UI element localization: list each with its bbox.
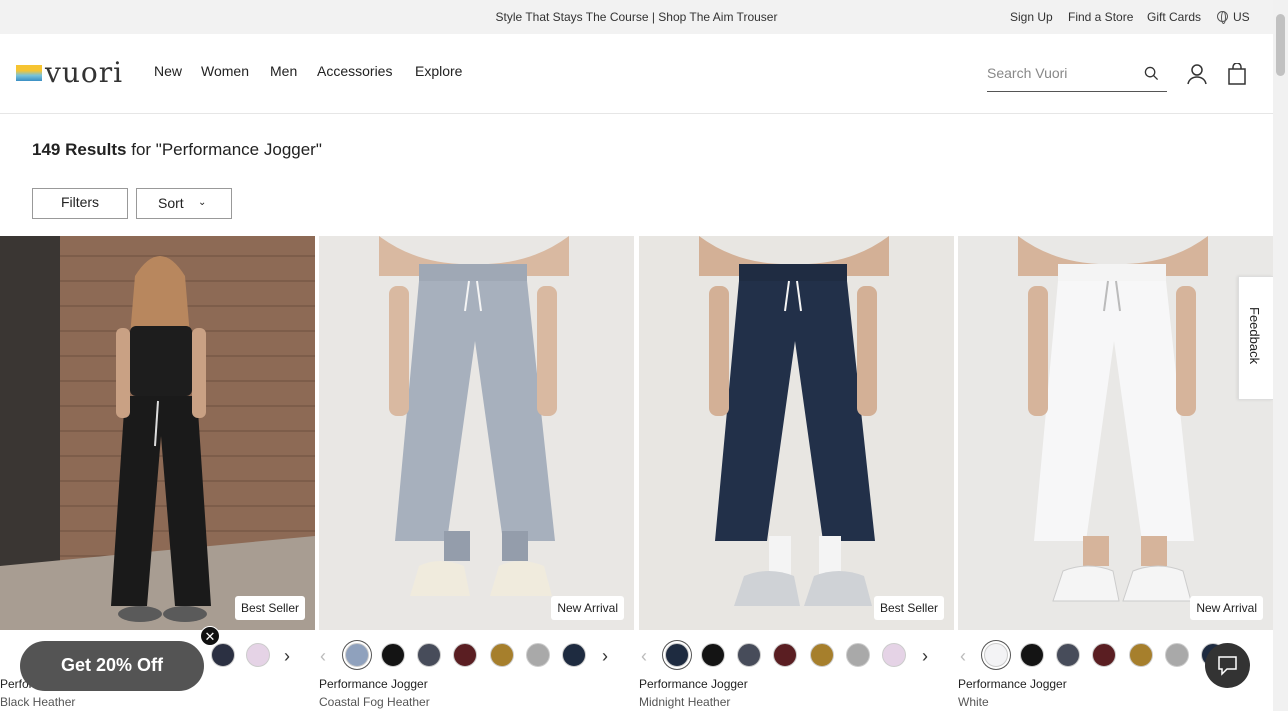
find-store-link[interactable]: Find a Store (1068, 10, 1133, 24)
swatch[interactable] (984, 643, 1008, 667)
swatch[interactable] (562, 643, 586, 667)
globe-icon (1217, 11, 1228, 24)
swatch[interactable] (882, 643, 906, 667)
swatch[interactable] (810, 643, 834, 667)
swatch[interactable] (737, 643, 761, 667)
product-image[interactable]: Best Seller (639, 236, 954, 630)
logo-mark-icon (16, 65, 42, 81)
locale-selector[interactable]: US (1233, 10, 1250, 24)
swatch[interactable] (701, 643, 725, 667)
promo-bar: Style That Stays The Course | Shop The A… (0, 0, 1273, 34)
swatch[interactable] (381, 643, 405, 667)
filters-button[interactable]: Filters (32, 188, 128, 219)
swatch[interactable] (211, 643, 235, 667)
chevron-right-icon[interactable]: › (922, 646, 928, 667)
product-card[interactable]: Best Seller › Performance Jogger Black H… (0, 236, 315, 711)
chat-button[interactable] (1205, 643, 1250, 688)
nav-accessories[interactable]: Accessories (317, 63, 392, 79)
swatch[interactable] (246, 643, 270, 667)
product-name[interactable]: Performance Jogger (639, 677, 748, 691)
swatch[interactable] (526, 643, 550, 667)
color-swatches: ‹ › (639, 641, 954, 667)
sign-up-link[interactable]: Sign Up (1010, 10, 1053, 24)
swatch[interactable] (1092, 643, 1116, 667)
chevron-left-icon[interactable]: ‹ (960, 646, 966, 667)
chevron-right-icon[interactable]: › (602, 646, 608, 667)
product-color: Black Heather (0, 695, 76, 709)
swatch[interactable] (846, 643, 870, 667)
product-image[interactable]: New Arrival (958, 236, 1273, 630)
results-heading: 149 Results for "Performance Jogger" (32, 140, 322, 160)
product-name[interactable]: Performance Jogger (958, 677, 1067, 691)
nav-men[interactable]: Men (270, 63, 297, 79)
search-input[interactable] (987, 65, 1137, 81)
nav-explore[interactable]: Explore (415, 63, 462, 79)
product-card[interactable]: New Arrival ‹ › Performance Jogger Coast… (319, 236, 634, 711)
swatch[interactable] (345, 643, 369, 667)
search-icon[interactable] (1144, 66, 1159, 81)
best-seller-badge: Best Seller (873, 596, 944, 620)
swatch[interactable] (1165, 643, 1189, 667)
product-card[interactable]: New Arrival ‹ › Performance Jogger White (958, 236, 1273, 711)
chat-icon (1218, 656, 1237, 676)
gift-cards-link[interactable]: Gift Cards (1147, 10, 1201, 24)
swatch[interactable] (1129, 643, 1153, 667)
vuori-logo[interactable]: vuori (16, 56, 131, 89)
chevron-left-icon[interactable]: ‹ (641, 646, 647, 667)
swatch[interactable] (490, 643, 514, 667)
logo-wordmark: vuori (45, 56, 124, 89)
bag-icon[interactable] (1228, 63, 1246, 85)
results-count: 149 Results (32, 140, 127, 159)
new-arrival-badge: New Arrival (1190, 596, 1263, 620)
nav-women[interactable]: Women (201, 63, 249, 79)
product-image[interactable]: Best Seller (0, 236, 315, 630)
product-card[interactable]: Best Seller ‹ › Performance Jogger Midni… (639, 236, 954, 711)
product-image[interactable]: New Arrival (319, 236, 634, 630)
best-seller-badge: Best Seller (234, 596, 305, 620)
page-scrollbar[interactable] (1273, 0, 1288, 711)
discount-offer-button[interactable]: Get 20% Off (20, 641, 204, 691)
nav-new[interactable]: New (154, 63, 182, 79)
chevron-left-icon[interactable]: ‹ (320, 646, 326, 667)
search-box (987, 58, 1167, 92)
feedback-tab[interactable]: Feedback (1238, 276, 1273, 400)
swatch[interactable] (453, 643, 477, 667)
swatch[interactable] (665, 643, 689, 667)
close-icon[interactable]: ✕ (200, 626, 220, 646)
product-name[interactable]: Performance Jogger (319, 677, 428, 691)
feedback-label: Feedback (1247, 307, 1262, 365)
account-icon[interactable] (1186, 63, 1208, 85)
product-color: Midnight Heather (639, 695, 731, 709)
swatch[interactable] (773, 643, 797, 667)
product-color: White (958, 695, 989, 709)
chevron-down-icon: ⌄ (198, 197, 207, 208)
chevron-right-icon[interactable]: › (284, 646, 290, 667)
scrollbar-thumb[interactable] (1276, 14, 1285, 76)
swatch[interactable] (1056, 643, 1080, 667)
product-color: Coastal Fog Heather (319, 695, 430, 709)
swatch[interactable] (417, 643, 441, 667)
color-swatches: ‹ › (319, 641, 634, 667)
sort-button[interactable]: Sort ⌄ (136, 188, 232, 219)
results-query: for "Performance Jogger" (126, 140, 322, 159)
swatch[interactable] (1020, 643, 1044, 667)
new-arrival-badge: New Arrival (551, 596, 624, 620)
sort-label: Sort (158, 195, 184, 211)
site-header: vuori New Women Men Accessories Explore (0, 34, 1273, 114)
